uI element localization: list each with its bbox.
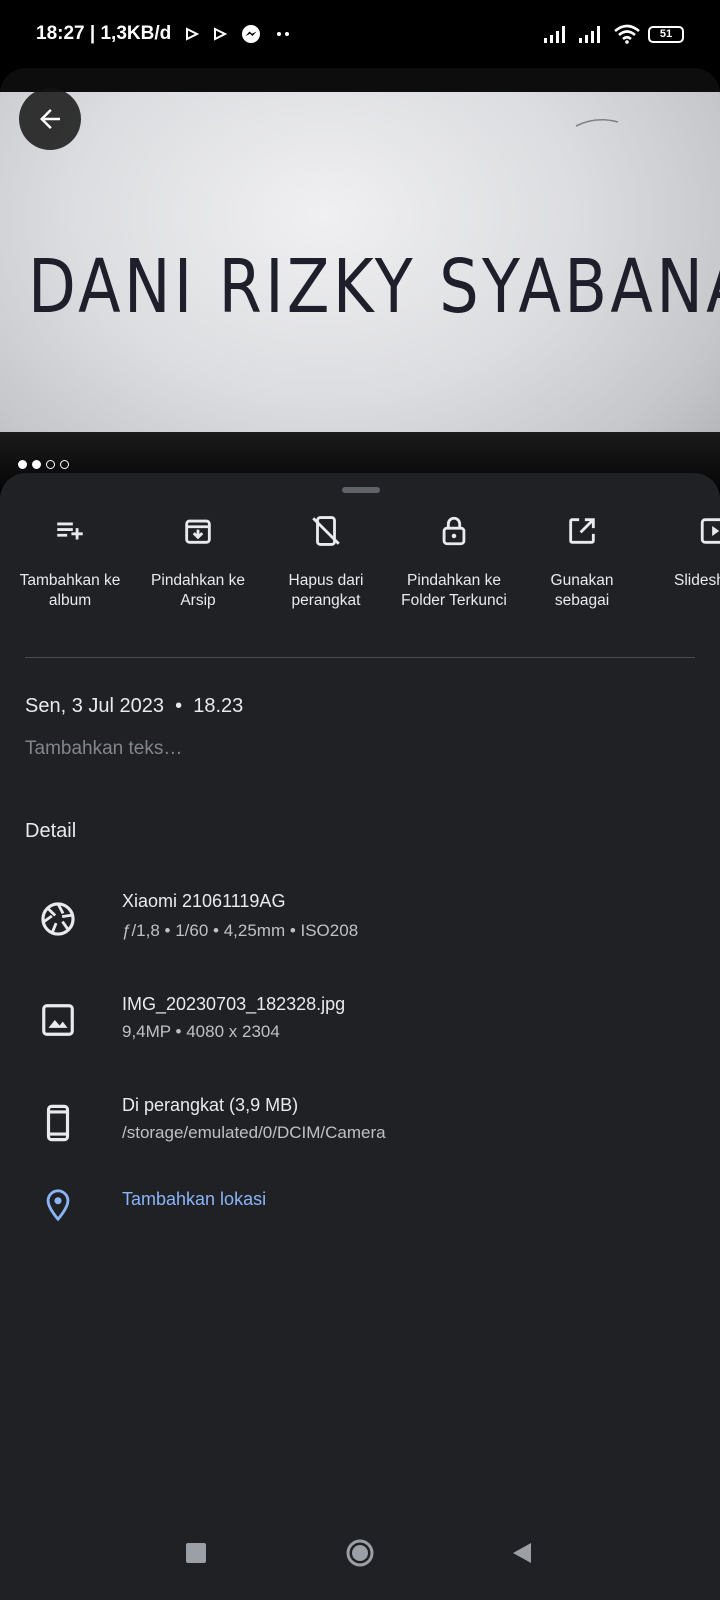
action-label: Gunakan sebagai (550, 572, 614, 609)
open-external-icon (562, 511, 602, 551)
recents-button[interactable] (166, 1528, 226, 1578)
add-location-row[interactable]: Tambahkan lokasi (0, 1189, 720, 1269)
more-notifications-icon (277, 32, 290, 36)
page-dot (18, 460, 27, 469)
home-button[interactable] (330, 1528, 390, 1578)
photo-date: Sen, 3 Jul 2023 • 18.23 (25, 695, 244, 717)
archive-icon (178, 511, 218, 551)
action-label: Tambahkan ke album (19, 572, 121, 609)
circle-icon (346, 1539, 374, 1567)
image-icon (38, 1000, 78, 1040)
camera-settings: ƒ/1,8 • 1/60 • 4,25mm • ISO208 (122, 921, 359, 940)
drag-handle[interactable] (342, 487, 380, 493)
wifi-icon (614, 24, 640, 44)
page-dot (46, 460, 55, 469)
photo-handwritten-text: DANI RIZKY SYABANA (28, 244, 720, 330)
lock-icon (434, 511, 474, 551)
photo-viewer[interactable]: DANI RIZKY SYABANA (0, 68, 720, 488)
play-store-icon (214, 27, 228, 41)
battery-level: 51 (659, 28, 673, 40)
detail-storage: Di perangkat (3,9 MB) /storage/emulated/… (0, 1095, 720, 1175)
square-icon (186, 1543, 206, 1563)
move-to-locked-folder-button[interactable]: Pindahkan ke Folder Terkunci (390, 507, 518, 611)
storage-size: Di perangkat (3,9 MB) (122, 1095, 299, 1115)
page-dot-active (32, 460, 41, 469)
archive-button[interactable]: Pindahkan ke Arsip (134, 507, 262, 611)
storage-path: /storage/emulated/0/DCIM/Camera (122, 1123, 386, 1142)
photo[interactable]: DANI RIZKY SYABANA (0, 92, 720, 488)
add-location-link[interactable]: Tambahkan lokasi (122, 1189, 266, 1210)
slideshow-icon (698, 511, 720, 551)
battery-icon: 51 (648, 25, 684, 43)
playlist-add-icon (50, 511, 90, 551)
system-nav-bar (0, 1500, 720, 1600)
caption-input[interactable]: Tambahkan teks… (25, 738, 182, 760)
messenger-icon (242, 25, 261, 43)
status-bar: 18:27 | 1,3KB/d 51 (0, 0, 720, 68)
status-time: 18:27 | 1,3KB/d (36, 23, 172, 44)
file-resolution: 9,4MP • 4080 x 2304 (122, 1022, 280, 1041)
detail-camera: Xiaomi 21061119AG ƒ/1,8 • 1/60 • 4,25mm … (0, 891, 720, 971)
signal-icon (579, 25, 600, 43)
triangle-back-icon (513, 1543, 531, 1563)
action-label: Hapus dari perangkat (288, 572, 364, 609)
divider (25, 657, 695, 658)
detail-heading: Detail (25, 820, 77, 842)
page-dot (60, 460, 69, 469)
details-sheet: Tambahkan ke album Pindahkan ke Arsip Ha… (0, 473, 720, 1600)
action-label: Pindahkan ke Folder Terkunci (401, 572, 507, 609)
paper-mark (575, 118, 619, 127)
phone-off-icon (306, 511, 346, 551)
action-label: Pindahkan ke Arsip (151, 572, 245, 609)
slideshow-button[interactable]: Slidesh (646, 507, 720, 591)
action-label: Slidesh (674, 572, 720, 589)
camera-model: Xiaomi 21061119AG (122, 891, 286, 911)
delete-from-device-button[interactable]: Hapus dari perangkat (262, 507, 390, 611)
arrow-back-icon (40, 109, 60, 129)
nav-back-button[interactable] (492, 1528, 552, 1578)
action-row[interactable]: Tambahkan ke album Pindahkan ke Arsip Ha… (0, 507, 720, 617)
add-to-album-button[interactable]: Tambahkan ke album (6, 507, 134, 611)
back-button[interactable] (19, 88, 81, 150)
location-pin-icon (38, 1185, 78, 1225)
play-store-icon (186, 27, 200, 41)
camera-aperture-icon (38, 899, 78, 939)
signal-icon (544, 25, 565, 43)
phone-icon (38, 1103, 78, 1143)
file-name: IMG_20230703_182328.jpg (122, 994, 346, 1014)
use-as-button[interactable]: Gunakan sebagai (518, 507, 646, 611)
detail-file: IMG_20230703_182328.jpg 9,4MP • 4080 x 2… (0, 994, 720, 1074)
page-indicator (18, 460, 69, 469)
